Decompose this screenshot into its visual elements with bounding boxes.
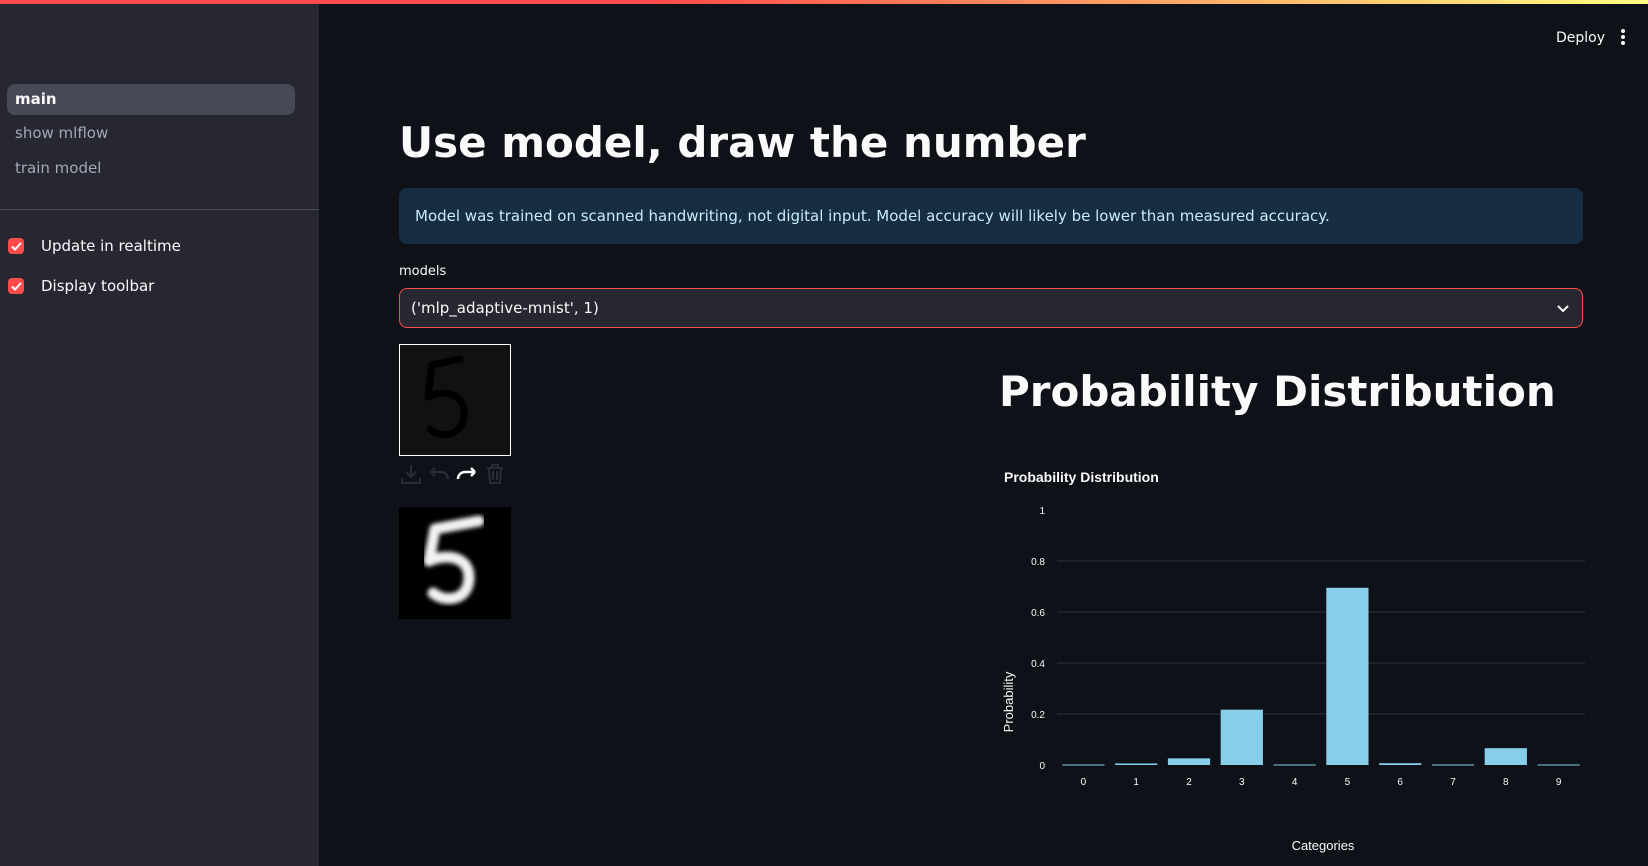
nav-label: train model — [15, 159, 102, 177]
nav-label: main — [15, 90, 57, 108]
x-tick-label: 0 — [1081, 777, 1087, 788]
chart-bar-6 — [1379, 763, 1422, 765]
x-tick-label: 5 — [1345, 777, 1351, 788]
trash-icon[interactable] — [483, 462, 507, 486]
y-tick-label: 0.8 — [1031, 557, 1045, 568]
chart-x-axis-label: Categories — [1292, 838, 1355, 853]
x-tick-label: 2 — [1186, 777, 1192, 788]
y-tick-label: 0.2 — [1031, 710, 1045, 721]
chart-bar-1 — [1115, 763, 1158, 765]
checkbox-label: Update in realtime — [41, 237, 181, 255]
y-tick-label: 0.6 — [1031, 608, 1045, 619]
y-tick-label: 0.4 — [1031, 659, 1045, 670]
processed-digit-preview — [399, 507, 511, 619]
sidebar-divider — [0, 209, 319, 210]
sidebar-nav-show-mlflow[interactable]: show mlflow — [7, 118, 295, 149]
vertical-dots-icon[interactable] — [1620, 28, 1628, 51]
x-tick-label: 4 — [1292, 777, 1298, 788]
download-icon[interactable] — [399, 462, 423, 486]
sidebar-nav-main[interactable]: main — [7, 84, 295, 115]
deploy-button[interactable]: Deploy — [1556, 30, 1605, 46]
x-tick-label: 8 — [1503, 777, 1509, 788]
x-tick-label: 3 — [1239, 777, 1245, 788]
models-selected-value: ('mlp_adaptive-mnist', 1) — [411, 299, 599, 317]
preview-digit — [423, 515, 485, 605]
chart-bar-0 — [1062, 764, 1105, 766]
chart-bar-3 — [1220, 709, 1263, 765]
drawing-canvas[interactable] — [399, 344, 511, 456]
page-title: Use model, draw the number — [399, 118, 1086, 167]
chart-y-axis-label: Probability — [1001, 671, 1016, 732]
chart-bar-8 — [1484, 748, 1527, 765]
chart-bar-5 — [1326, 587, 1369, 765]
canvas-toolbar — [399, 462, 507, 486]
chart-title: Probability Distribution — [1004, 469, 1159, 485]
checkbox-label: Display toolbar — [41, 277, 155, 295]
section-title: Probability Distribution — [999, 367, 1556, 416]
probability-chart: Probability Distribution Probability Cat… — [995, 458, 1585, 858]
undo-icon[interactable] — [427, 462, 451, 486]
x-tick-label: 7 — [1450, 777, 1456, 788]
chart-bar-2 — [1167, 758, 1211, 765]
chevron-down-icon — [1557, 305, 1569, 313]
y-tick-label: 1 — [1039, 506, 1045, 517]
update-realtime-checkbox[interactable]: Update in realtime — [8, 236, 181, 256]
info-alert: Model was trained on scanned handwriting… — [399, 188, 1583, 244]
sidebar-nav-train-model[interactable]: train model — [7, 153, 295, 184]
chart-bar-4 — [1273, 764, 1316, 766]
chart-bar-7 — [1431, 764, 1475, 766]
x-tick-label: 9 — [1556, 777, 1562, 788]
nav-label: show mlflow — [15, 124, 109, 142]
models-label: models — [399, 264, 447, 279]
drawn-digit — [424, 355, 468, 439]
chart-bar-9 — [1537, 764, 1580, 766]
redo-icon[interactable] — [455, 462, 479, 486]
x-tick-label: 1 — [1133, 777, 1139, 788]
display-toolbar-checkbox[interactable]: Display toolbar — [8, 276, 154, 296]
checkbox-checked-icon[interactable] — [8, 278, 24, 294]
chart-svg: Probability Distribution Probability Cat… — [1001, 469, 1585, 853]
y-tick-label: 0 — [1039, 761, 1045, 772]
x-tick-label: 6 — [1397, 777, 1403, 788]
info-text: Model was trained on scanned handwriting… — [415, 207, 1330, 225]
sidebar: main show mlflow train model Update in r… — [0, 4, 319, 866]
checkbox-checked-icon[interactable] — [8, 238, 24, 254]
models-select[interactable]: ('mlp_adaptive-mnist', 1) — [399, 288, 1583, 328]
